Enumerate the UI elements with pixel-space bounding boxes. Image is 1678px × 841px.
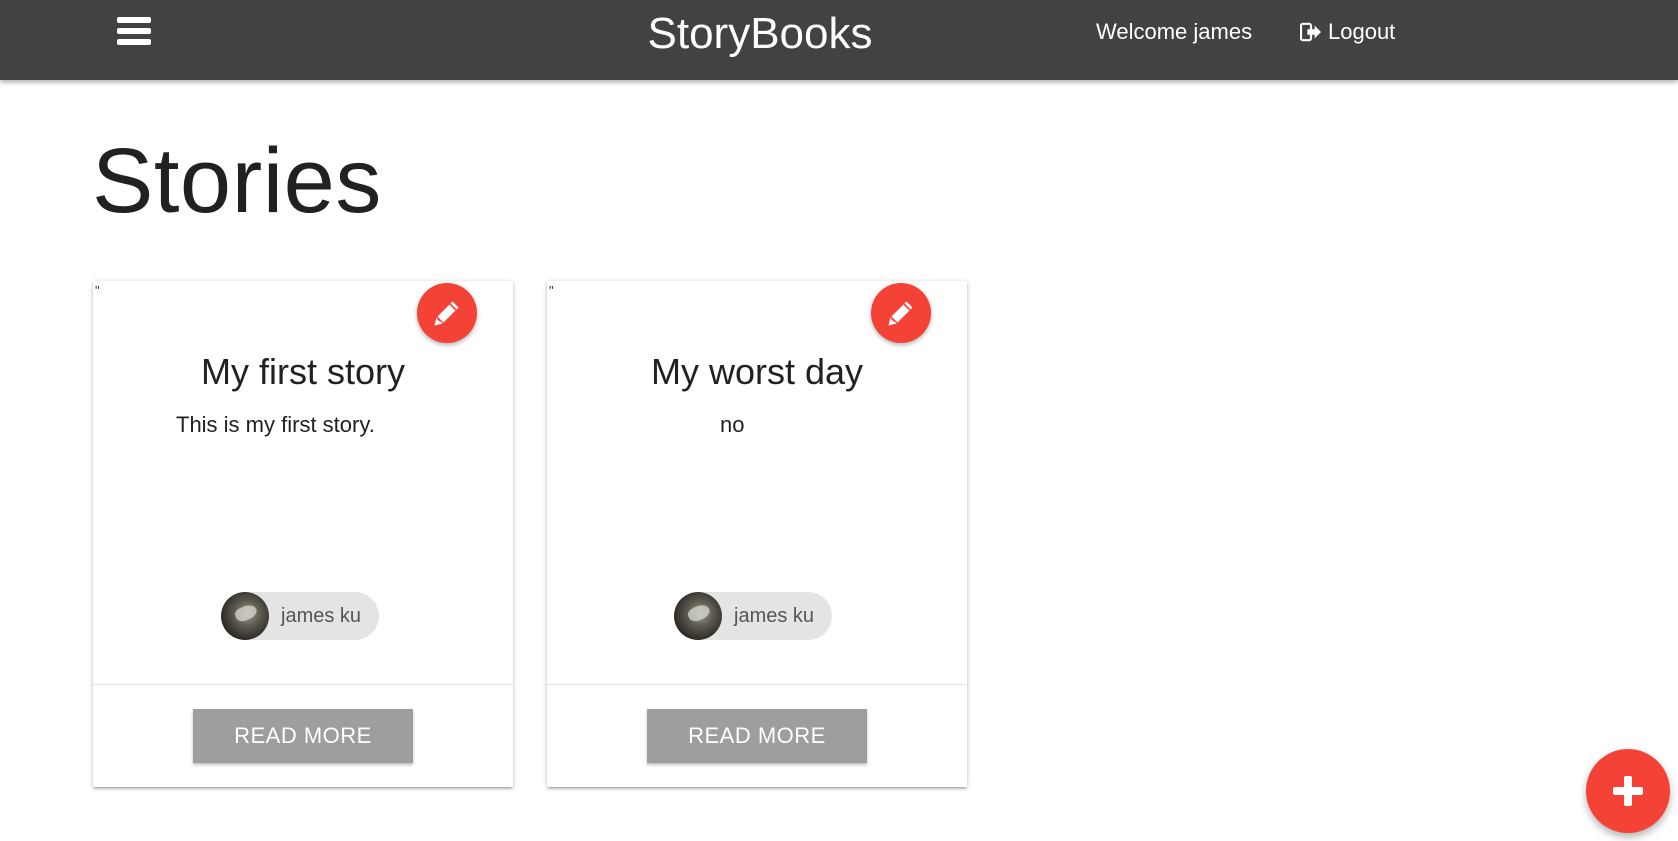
read-more-button[interactable]: READ MORE bbox=[193, 709, 413, 763]
brand-logo-link[interactable]: StoryBooks bbox=[620, 6, 900, 62]
sign-out-icon bbox=[1300, 22, 1321, 42]
author-name: james ku bbox=[734, 604, 815, 627]
logout-link[interactable]: Logout bbox=[1300, 18, 1395, 46]
story-card: " My worst day no james ku READ MORE bbox=[547, 281, 967, 787]
pencil-icon bbox=[434, 301, 459, 326]
story-title: My first story bbox=[201, 351, 405, 392]
menu-icon[interactable] bbox=[117, 17, 153, 47]
story-body: This is my first story. bbox=[176, 412, 375, 437]
plus-icon bbox=[1613, 776, 1643, 806]
welcome-text: Welcome james bbox=[1096, 19, 1253, 44]
page-title: Stories bbox=[92, 130, 382, 232]
author-chip[interactable]: james ku bbox=[674, 592, 833, 640]
pencil-icon bbox=[888, 301, 913, 326]
story-title: My worst day bbox=[650, 351, 864, 392]
avatar bbox=[221, 592, 269, 640]
top-navbar: StoryBooks Welcome james Logout bbox=[0, 0, 1678, 80]
card-divider bbox=[93, 684, 513, 685]
read-more-button[interactable]: READ MORE bbox=[647, 709, 867, 763]
story-body: no bbox=[720, 412, 745, 437]
logout-label: Logout bbox=[1328, 19, 1396, 44]
edit-story-button[interactable] bbox=[871, 283, 931, 343]
quote-mark: " bbox=[95, 283, 100, 298]
author-chip[interactable]: james ku bbox=[221, 592, 380, 640]
add-story-button[interactable] bbox=[1586, 749, 1670, 833]
edit-story-button[interactable] bbox=[417, 283, 477, 343]
quote-mark: " bbox=[549, 283, 554, 298]
story-card: " My first story This is my first story.… bbox=[93, 281, 513, 787]
card-divider bbox=[547, 684, 967, 685]
avatar bbox=[674, 592, 722, 640]
author-name: james ku bbox=[281, 604, 362, 627]
